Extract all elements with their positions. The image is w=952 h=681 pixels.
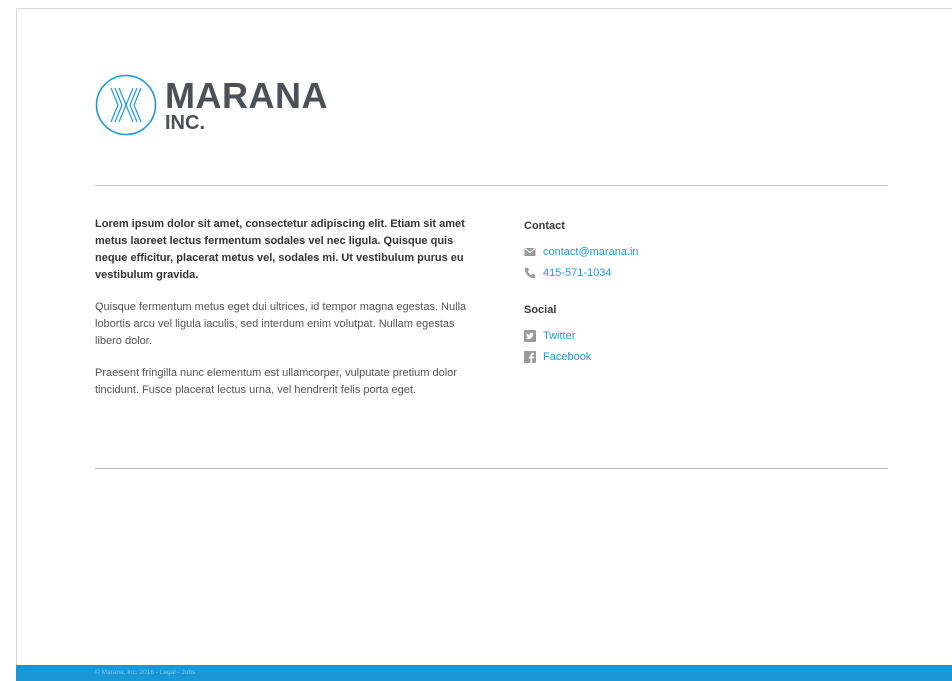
social-group: Social Twitter Facebook	[524, 303, 824, 367]
phone-icon	[524, 267, 536, 278]
social-facebook-link[interactable]: Facebook	[543, 351, 591, 363]
contact-email-row: contact@marana.in	[524, 241, 824, 262]
footer-bar: © Marana, Inc. 2016 - Legal - Jobs	[16, 665, 952, 681]
contact-phone-link[interactable]: 415-571-1034	[543, 267, 612, 279]
brand-logo[interactable]: MARANA INC.	[95, 74, 355, 138]
footer-jobs-link[interactable]: Jobs	[181, 669, 195, 676]
footer-legal-link[interactable]: Legal	[160, 669, 176, 676]
intro-paragraph: Praesent fringilla nunc elementum est ul…	[95, 367, 457, 396]
page-left-border	[16, 8, 17, 681]
contact-email-link[interactable]: contact@marana.in	[543, 246, 639, 258]
social-facebook-row: Facebook	[524, 346, 824, 367]
marana-logo-icon	[95, 74, 157, 136]
footer-copyright: © Marana, Inc. 2016	[95, 669, 154, 676]
intro-lead: Lorem ipsum dolor sit amet, consectetur …	[95, 218, 465, 281]
page-top-border	[16, 8, 952, 9]
brand-name: MARANA	[165, 75, 328, 116]
contact-phone-row: 415-571-1034	[524, 262, 824, 283]
mail-icon	[524, 247, 536, 256]
social-twitter-link[interactable]: Twitter	[543, 330, 575, 342]
contact-sidebar: Contact contact@marana.in 415-571-1034 S…	[524, 219, 824, 387]
social-twitter-row: Twitter	[524, 325, 824, 346]
footer-legal-line: © Marana, Inc. 2016 - Legal - Jobs	[95, 669, 195, 677]
brand-suffix: INC.	[165, 112, 205, 134]
divider-bottom	[95, 468, 888, 469]
social-heading: Social	[524, 304, 557, 316]
facebook-icon	[524, 350, 536, 363]
contact-group: Contact contact@marana.in 415-571-1034	[524, 219, 824, 283]
intro-paragraph: Quisque fermentum metus eget dui ultrice…	[95, 301, 467, 347]
intro-section: Lorem ipsum dolor sit amet, consectetur …	[95, 216, 467, 414]
contact-heading: Contact	[524, 220, 565, 232]
divider-top	[95, 185, 888, 186]
twitter-icon	[524, 329, 536, 342]
page: MARANA INC. Lorem ipsum dolor sit amet, …	[0, 0, 952, 681]
